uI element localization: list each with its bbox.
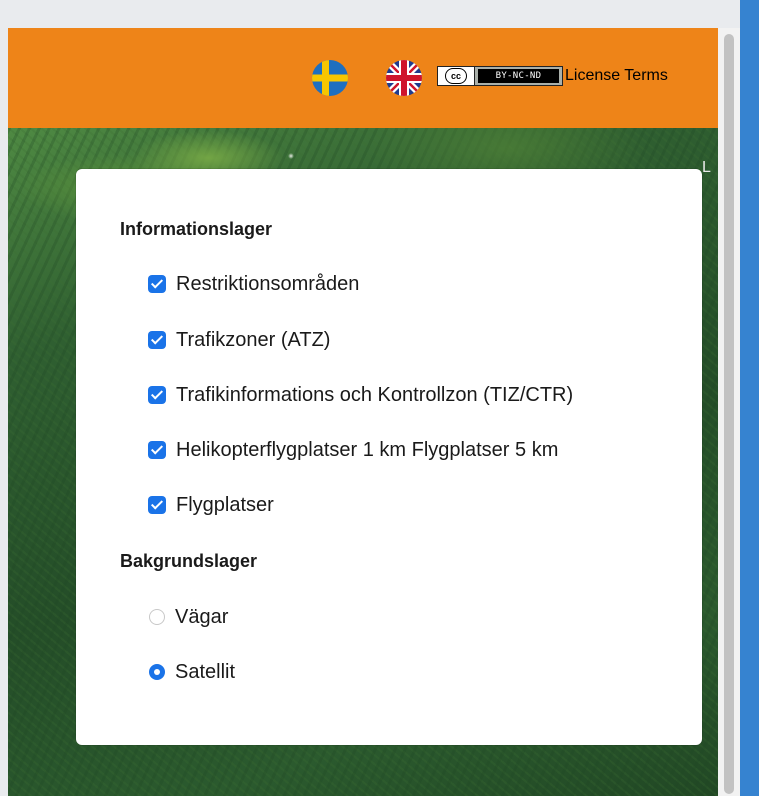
layer-label: Trafikzoner (ATZ) — [176, 328, 331, 351]
vertical-scrollbar[interactable] — [718, 28, 740, 796]
background-row-vagar[interactable]: Vägar — [149, 602, 228, 632]
swedish-flag-icon[interactable] — [312, 60, 348, 96]
browser-top-strip — [0, 0, 740, 28]
map-edge-label: L — [702, 159, 711, 176]
radio-checked-icon[interactable] — [149, 664, 165, 680]
checkbox-checked-icon[interactable] — [148, 386, 166, 404]
info-layers-heading: Informationslager — [120, 219, 273, 239]
layer-label: Helikopterflygplatser 1 km Flygplatser 5… — [176, 438, 559, 461]
cc-logo-icon: cc — [438, 67, 475, 85]
layer-label: Trafikinformations och Kontrollzon (TIZ/… — [176, 383, 574, 406]
checkbox-checked-icon[interactable] — [148, 441, 166, 459]
background-label: Vägar — [175, 605, 229, 628]
background-layers-heading: Bakgrundslager — [120, 551, 258, 571]
cc-license-badge[interactable]: cc BY-NC-ND — [437, 66, 563, 86]
layer-row-flygplatser[interactable]: Flygplatser — [148, 490, 274, 520]
uk-flag-icon[interactable] — [386, 60, 422, 96]
checkbox-checked-icon[interactable] — [148, 275, 166, 293]
radio-unchecked-icon[interactable] — [149, 609, 165, 625]
layer-panel: Informationslager Restriktionsområden Tr… — [76, 169, 702, 745]
background-label: Satellit — [175, 660, 236, 683]
layer-row-tiz-ctr[interactable]: Trafikinformations och Kontrollzon (TIZ/… — [148, 380, 573, 410]
right-accent-bar — [740, 0, 759, 796]
layer-row-trafikzoner[interactable]: Trafikzoner (ATZ) — [148, 325, 330, 355]
layer-label: Restriktionsområden — [176, 272, 360, 295]
checkbox-checked-icon[interactable] — [148, 496, 166, 514]
background-row-satellit[interactable]: Satellit — [149, 657, 235, 687]
license-terms-link[interactable]: License Terms — [565, 67, 668, 85]
cc-license-code: BY-NC-ND — [478, 69, 559, 83]
header-bar: cc BY-NC-ND License Terms — [8, 28, 718, 128]
layer-label: Flygplatser — [176, 493, 274, 516]
layer-row-restriktionsomraden[interactable]: Restriktionsområden — [148, 269, 359, 299]
scrollbar-thumb[interactable] — [724, 34, 734, 794]
checkbox-checked-icon[interactable] — [148, 331, 166, 349]
layer-row-helikopterflygplatser[interactable]: Helikopterflygplatser 1 km Flygplatser 5… — [148, 435, 558, 465]
